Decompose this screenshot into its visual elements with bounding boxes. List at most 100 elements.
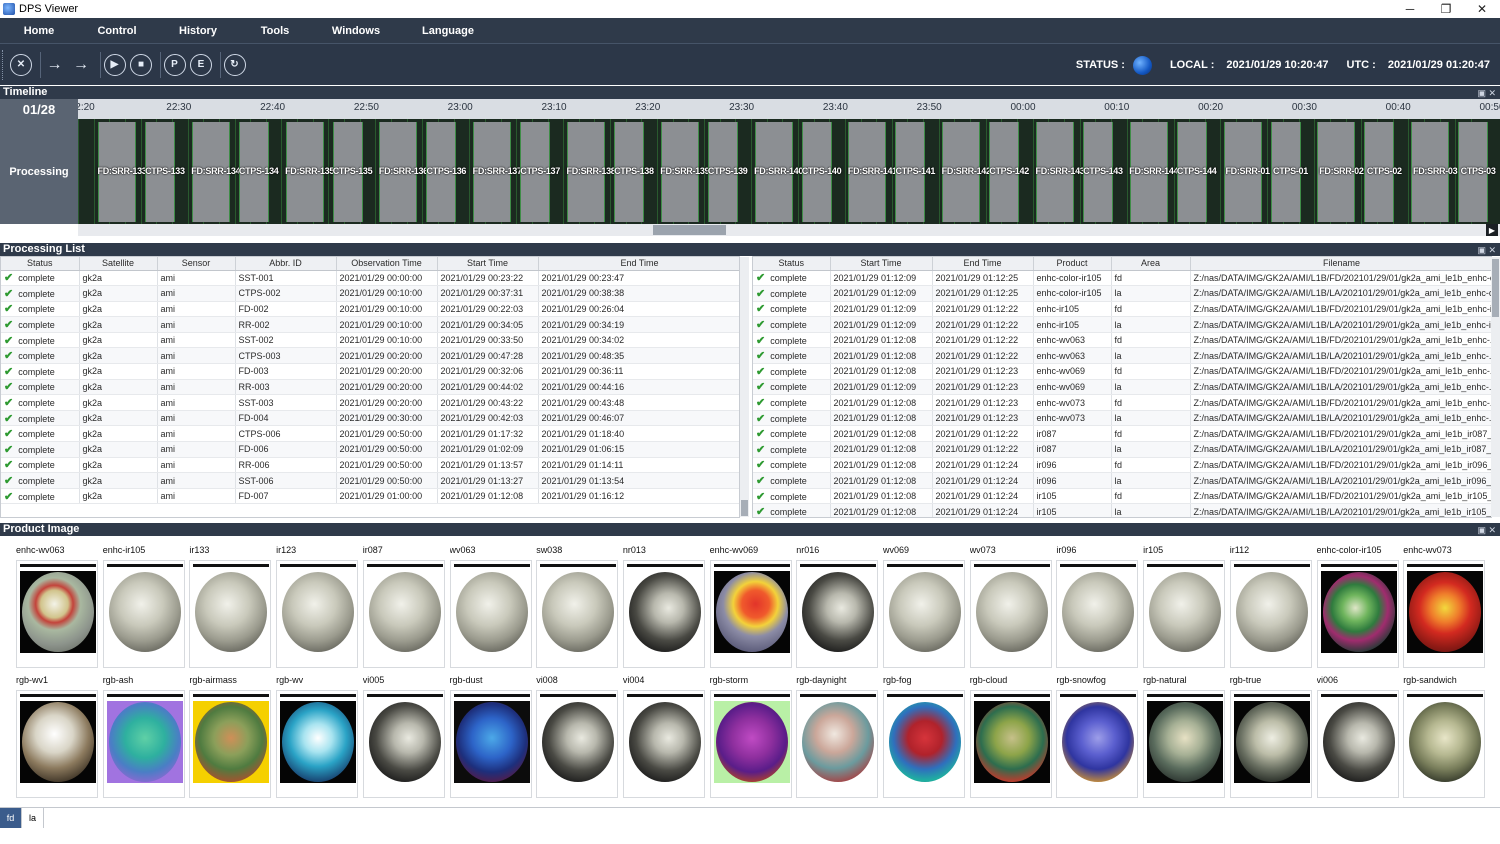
product-thumbnail[interactable]: rgb-cloud <box>969 675 1052 798</box>
product-thumbnail[interactable]: ir096 <box>1056 545 1139 668</box>
product-thumbnail[interactable]: vi004 <box>622 675 705 798</box>
product-thumbnail[interactable]: wv063 <box>449 545 532 668</box>
product-thumbnail[interactable]: wv073 <box>969 545 1052 668</box>
product-thumbnail[interactable]: enhc-wv069 <box>709 545 792 668</box>
product-thumbnail[interactable]: rgb-wv <box>276 675 359 798</box>
column-header[interactable]: Abbr. ID <box>235 257 337 271</box>
table-row[interactable]: ✔ complete gk2a ami RR-006 2021/01/29 00:50:0… <box>1 457 739 474</box>
table-row[interactable]: ✔ complete 2021/01/29 01:12:09 2021/01/29 0… <box>753 301 1491 318</box>
table-row[interactable]: ✔ complete gk2a ami FD-003 2021/01/29 00:20:0… <box>1 363 739 380</box>
menu-home[interactable]: Home <box>0 25 78 37</box>
scroll-thumb[interactable] <box>741 500 748 516</box>
column-header[interactable]: Status <box>753 257 831 271</box>
table-row[interactable]: ✔ complete 2021/01/29 01:12:08 2021/01/29 0… <box>753 332 1491 349</box>
menu-history[interactable]: History <box>156 25 240 37</box>
menu-language[interactable]: Language <box>402 25 494 37</box>
column-header[interactable]: Observation Time <box>336 257 438 271</box>
column-header[interactable]: Status <box>1 257 80 271</box>
tab-la[interactable]: la <box>22 808 44 828</box>
table-row[interactable]: ✔ complete 2021/01/29 01:12:08 2021/01/29 0… <box>753 457 1491 474</box>
table-row[interactable]: ✔ complete 2021/01/29 01:12:08 2021/01/29 0… <box>753 363 1491 380</box>
panel-pin-icon[interactable]: ▣ ✕ <box>1477 524 1496 537</box>
product-thumbnail[interactable]: nr013 <box>622 545 705 668</box>
product-thumbnail[interactable]: ir112 <box>1229 545 1312 668</box>
toolbar-grip[interactable] <box>2 49 5 80</box>
table-row[interactable]: ✔ complete 2021/01/29 01:12:09 2021/01/29 0… <box>753 270 1491 287</box>
table-row[interactable]: ✔ complete 2021/01/29 01:12:08 2021/01/29 0… <box>753 394 1491 411</box>
timeline-scrollbar[interactable]: ▶ <box>78 224 1500 236</box>
table-row[interactable]: ✔ complete 2021/01/29 01:12:09 2021/01/29 0… <box>753 316 1491 333</box>
zoom-e-icon[interactable]: E <box>190 53 212 76</box>
table-row[interactable]: ✔ complete 2021/01/29 01:12:08 2021/01/29 0… <box>753 441 1491 458</box>
product-thumbnail[interactable]: rgb-true <box>1229 675 1312 798</box>
product-thumbnail[interactable]: rgb-airmass <box>189 675 272 798</box>
maximize-icon[interactable]: ❐ <box>1428 0 1464 18</box>
table-row[interactable]: ✔ complete 2021/01/29 01:12:09 2021/01/29 0… <box>753 379 1491 396</box>
processing-table-scrollbar[interactable] <box>740 257 749 517</box>
refresh-icon[interactable]: ↻ <box>223 53 246 76</box>
product-table-scrollbar[interactable] <box>1491 257 1500 517</box>
product-thumbnail[interactable]: rgb-fog <box>883 675 965 798</box>
stop-all-icon[interactable]: ✕ <box>10 53 32 76</box>
menu-control[interactable]: Control <box>78 25 156 37</box>
menu-windows[interactable]: Windows <box>310 25 402 37</box>
table-row[interactable]: ✔ complete gk2a ami RR-003 2021/01/29 00:20:0… <box>1 379 739 396</box>
product-thumbnail[interactable]: rgb-storm <box>709 675 792 798</box>
table-row[interactable]: ✔ complete gk2a ami RR-002 2021/01/29 00:10:0… <box>1 316 739 333</box>
login-icon[interactable]: → <box>44 54 66 76</box>
table-row[interactable]: ✔ complete 2021/01/29 01:12:08 2021/01/29 0… <box>753 503 1491 517</box>
table-row[interactable]: ✔ complete gk2a ami FD-007 2021/01/29 01:00:0… <box>1 488 739 505</box>
table-row[interactable]: ✔ complete gk2a ami FD-002 2021/01/29 00:10:0… <box>1 301 739 318</box>
table-row[interactable]: ✔ complete gk2a ami FD-006 2021/01/29 00:50:0… <box>1 441 739 458</box>
product-thumbnail[interactable]: rgb-ash <box>102 675 185 798</box>
product-thumbnail[interactable]: rgb-daynight <box>796 675 879 798</box>
play-icon[interactable]: ▶ <box>103 53 126 76</box>
product-thumbnail[interactable]: enhc-ir105 <box>102 545 185 668</box>
table-row[interactable]: ✔ complete 2021/01/29 01:12:08 2021/01/29 0… <box>753 410 1491 427</box>
product-thumbnail[interactable]: rgb-wv1 <box>16 675 98 798</box>
product-thumbnail[interactable]: vi008 <box>536 675 619 798</box>
tab-fd[interactable]: fd <box>0 808 22 828</box>
product-thumbnail[interactable]: ir087 <box>362 545 445 668</box>
product-thumbnail[interactable]: rgb-natural <box>1143 675 1226 798</box>
table-row[interactable]: ✔ complete gk2a ami CTPS-003 2021/01/29 00:20… <box>1 347 739 365</box>
column-header[interactable]: Satellite <box>79 257 158 271</box>
column-header[interactable]: Start Time <box>437 257 539 271</box>
logout-icon[interactable]: → <box>70 54 92 76</box>
column-header[interactable]: End Time <box>932 257 1034 271</box>
product-thumbnail[interactable]: rgb-snowfog <box>1056 675 1139 798</box>
product-thumbnail[interactable]: enhc-color-ir105 <box>1316 545 1399 668</box>
minimize-icon[interactable]: ─ <box>1392 0 1428 18</box>
stop-icon[interactable]: ■ <box>130 53 152 76</box>
table-row[interactable]: ✔ complete gk2a ami SST-002 2021/01/29 00:10:… <box>1 332 739 349</box>
product-thumbnail[interactable]: wv069 <box>883 545 965 668</box>
timeline-track[interactable]: FD:SRR-133 CTPS-133 FD:SRR-134 CTPS-134 FD:S… <box>78 119 1500 224</box>
product-thumbnail[interactable]: ir123 <box>276 545 359 668</box>
menu-tools[interactable]: Tools <box>240 25 310 37</box>
product-thumbnail[interactable]: sw038 <box>536 545 619 668</box>
table-row[interactable]: ✔ complete gk2a ami SST-003 2021/01/29 00:20:… <box>1 394 739 411</box>
column-header[interactable]: End Time <box>538 257 739 271</box>
product-thumbnail[interactable]: ir133 <box>189 545 272 668</box>
table-row[interactable]: ✔ complete gk2a ami SST-001 2021/01/29 00:00:… <box>1 270 739 287</box>
product-thumbnail[interactable]: vi005 <box>362 675 445 798</box>
table-row[interactable]: ✔ complete 2021/01/29 01:12:08 2021/01/29 0… <box>753 488 1491 505</box>
table-row[interactable]: ✔ complete 2021/01/29 01:12:08 2021/01/29 0… <box>753 425 1491 443</box>
product-thumbnail[interactable]: enhc-wv073 <box>1403 545 1486 668</box>
scroll-thumb[interactable] <box>1492 259 1499 317</box>
column-header[interactable]: Filename <box>1190 257 1491 271</box>
table-row[interactable]: ✔ complete gk2a ami SST-006 2021/01/29 00:50:… <box>1 472 739 489</box>
close-icon[interactable]: ✕ <box>1464 0 1500 18</box>
table-row[interactable]: ✔ complete 2021/01/29 01:12:09 2021/01/29 0… <box>753 285 1491 302</box>
product-thumbnail[interactable]: enhc-wv063 <box>16 545 98 668</box>
column-header[interactable]: Start Time <box>830 257 933 271</box>
column-header[interactable]: Sensor <box>157 257 236 271</box>
timeline-scroll-thumb[interactable] <box>653 225 726 235</box>
product-thumbnail[interactable]: rgb-dust <box>449 675 532 798</box>
product-thumbnail[interactable]: vi006 <box>1316 675 1399 798</box>
table-row[interactable]: ✔ complete gk2a ami CTPS-002 2021/01/29 00:10… <box>1 285 739 302</box>
column-header[interactable]: Area <box>1111 257 1191 271</box>
table-row[interactable]: ✔ complete 2021/01/29 01:12:08 2021/01/29 0… <box>753 347 1491 365</box>
table-row[interactable]: ✔ complete gk2a ami CTPS-006 2021/01/29 00:50… <box>1 425 739 443</box>
product-thumbnail[interactable]: nr016 <box>796 545 879 668</box>
